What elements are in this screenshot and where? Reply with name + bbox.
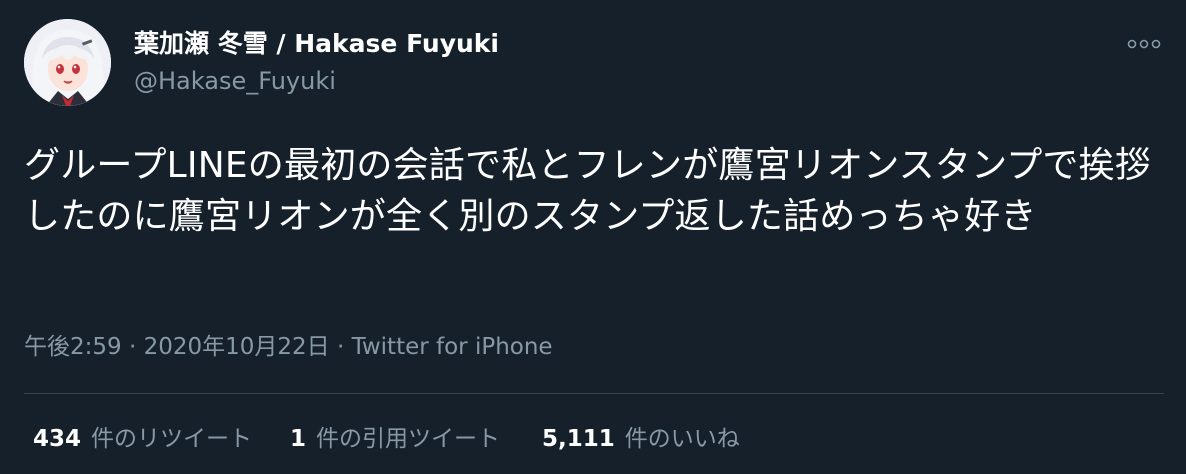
more-horizontal-icon — [1127, 39, 1161, 49]
tweet-stats: 434 件のリツイート 1 件の引用ツイート 5,111 件のいいね — [33, 422, 740, 456]
user-handle[interactable]: @Hakase_Fuyuki — [134, 64, 499, 98]
more-options-button[interactable] — [1122, 30, 1166, 58]
meta-separator: · — [329, 334, 352, 360]
tweet-date[interactable]: 2020年10月22日 — [144, 334, 330, 360]
display-name[interactable]: 葉加瀬 冬雪 / Hakase Fuyuki — [134, 26, 499, 62]
tweet-source[interactable]: Twitter for iPhone — [352, 334, 553, 360]
quotes-stat[interactable]: 1 件の引用ツイート — [290, 422, 500, 456]
retweets-stat[interactable]: 434 件のリツイート — [33, 422, 252, 456]
quote-count: 1 — [290, 426, 307, 452]
author-info: 葉加瀬 冬雪 / Hakase Fuyuki @Hakase_Fuyuki — [134, 26, 499, 98]
tweet-card: 葉加瀬 冬雪 / Hakase Fuyuki @Hakase_Fuyuki グル… — [0, 0, 1186, 474]
meta-separator: · — [121, 334, 144, 360]
tweet-text: グループLINEの最初の会話で私とフレンが鷹宮リオンスタンプで挨拶したのに鷹宮リ… — [24, 145, 1151, 237]
avatar[interactable] — [24, 19, 111, 106]
retweet-count: 434 — [33, 426, 82, 452]
avatar-image — [24, 19, 111, 106]
quote-label: 件の引用ツイート — [316, 426, 501, 452]
retweet-label: 件のリツイート — [91, 426, 253, 452]
likes-stat[interactable]: 5,111 件のいいね — [542, 422, 740, 456]
tweet-meta: 午後2:59 · 2020年10月22日 · Twitter for iPhon… — [24, 330, 553, 364]
tweet-time[interactable]: 午後2:59 — [24, 334, 122, 360]
like-count: 5,111 — [542, 426, 615, 452]
divider — [24, 393, 1164, 394]
like-label: 件のいいね — [624, 426, 740, 452]
